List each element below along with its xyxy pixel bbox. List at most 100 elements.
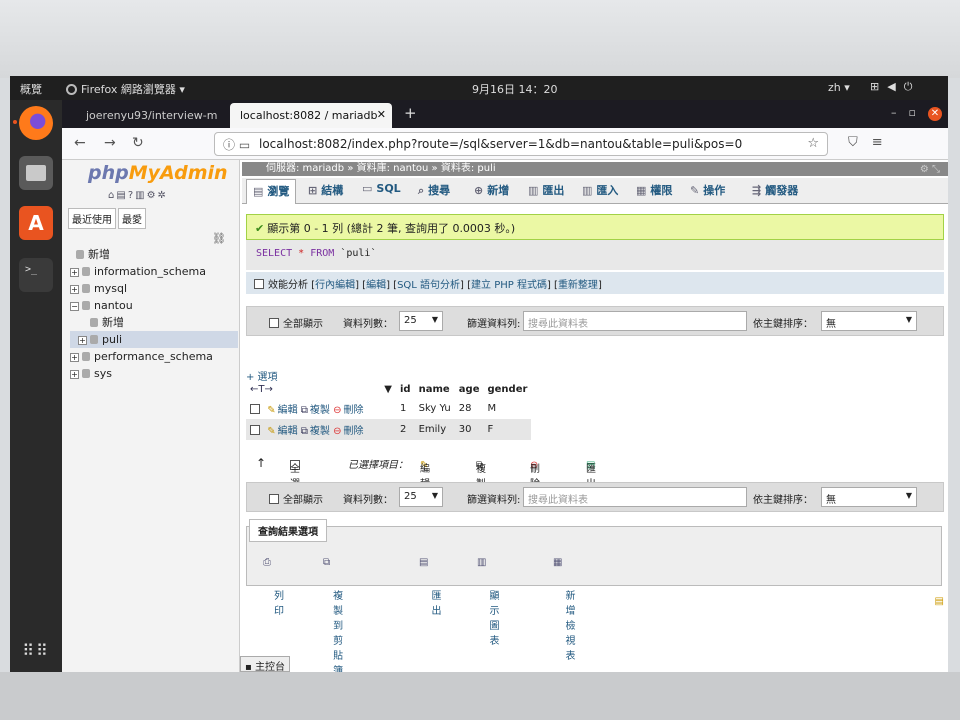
tab-import[interactable]: ▥ 匯入 bbox=[582, 182, 618, 198]
create-view-button[interactable]: ▦ 新增檢視表 bbox=[553, 557, 575, 662]
cell-id[interactable]: 1 bbox=[396, 398, 415, 419]
cell-name[interactable]: Sky Yu bbox=[414, 398, 455, 419]
row-delete-link[interactable]: 刪除 bbox=[343, 405, 363, 416]
browser-tab-active[interactable]: localhost:8082 / mariadb ✕ bbox=[230, 103, 392, 128]
tab-privileges[interactable]: ▦ 權限 bbox=[636, 182, 672, 198]
tab-search[interactable]: ⌕ 搜尋 bbox=[418, 182, 450, 198]
row-delete-link[interactable]: 刪除 bbox=[343, 426, 363, 437]
console-toggle[interactable]: ▪ 主控台 bbox=[240, 656, 290, 672]
panel-settings-icon[interactable]: ⚙ ⤡ bbox=[920, 164, 940, 175]
tree-item-nantou[interactable]: − nantou bbox=[70, 297, 238, 314]
rows-select[interactable]: 25 ▼ bbox=[399, 311, 443, 331]
profiling-checkbox[interactable] bbox=[254, 279, 264, 289]
menu-icon[interactable]: ≡ bbox=[872, 135, 897, 150]
docs-icon[interactable]: ▥ bbox=[135, 190, 146, 201]
edit-link[interactable]: 編輯 bbox=[366, 280, 386, 291]
expand-icon[interactable]: + bbox=[70, 285, 79, 294]
row-checkbox[interactable] bbox=[250, 425, 260, 435]
dock-software-icon[interactable]: A bbox=[19, 206, 53, 240]
show-all-checkbox[interactable] bbox=[269, 494, 279, 504]
sort-arrow-icon[interactable]: ▼ bbox=[384, 384, 392, 395]
show-all-checkbox[interactable] bbox=[269, 318, 279, 328]
expand-icon[interactable]: + bbox=[70, 370, 79, 379]
php-code-link[interactable]: 建立 PHP 程式碼 bbox=[471, 280, 547, 291]
show-apps-icon[interactable]: ⠿⠿ bbox=[19, 634, 53, 668]
pma-logo[interactable]: phpMyAdmin bbox=[88, 162, 228, 184]
tab-insert[interactable]: ⊕ 新增 bbox=[474, 182, 509, 198]
pocket-icon[interactable]: ⛉ bbox=[848, 135, 872, 150]
bookmark-star-icon[interactable]: ☆ bbox=[807, 136, 819, 151]
logout-icon[interactable]: ▤ bbox=[116, 190, 127, 201]
sort-select[interactable]: 無 ▼ bbox=[821, 487, 917, 507]
copy-clipboard-button[interactable]: ⧉ 複製到剪貼簿 bbox=[323, 557, 343, 672]
tree-item-new-table[interactable]: 新增 bbox=[70, 314, 238, 331]
cell-age[interactable]: 28 bbox=[454, 398, 484, 419]
close-tab-icon[interactable]: ✕ bbox=[377, 108, 386, 121]
browser-tab[interactable]: joerenyu93/interview-m bbox=[76, 103, 222, 128]
cell-id[interactable]: 2 bbox=[396, 419, 415, 440]
system-tray[interactable]: ⊞◀⏻ bbox=[870, 80, 920, 94]
row-checkbox[interactable] bbox=[250, 404, 260, 414]
reload-icon[interactable]: ↻ bbox=[132, 135, 144, 151]
row-edit-link[interactable]: 編輯 bbox=[278, 405, 298, 416]
bookmark-icon[interactable]: ▤ bbox=[935, 596, 944, 607]
reload-nav-icon[interactable]: ✲ bbox=[158, 190, 168, 201]
collapse-icon[interactable]: − bbox=[70, 302, 79, 311]
row-copy-link[interactable]: 複製 bbox=[310, 426, 330, 437]
breadcrumb-table[interactable]: 資料表: puli bbox=[441, 163, 496, 174]
cell-gender[interactable]: M bbox=[483, 398, 532, 419]
filter-input[interactable]: 搜尋此資料表 bbox=[523, 487, 747, 507]
rows-select[interactable]: 25 ▼ bbox=[399, 487, 443, 507]
new-tab-button[interactable]: + bbox=[404, 104, 417, 122]
input-method-indicator[interactable]: zh ▾ bbox=[828, 81, 850, 94]
tree-item-information-schema[interactable]: + information_schema bbox=[70, 263, 238, 280]
row-edit-link[interactable]: 編輯 bbox=[278, 426, 298, 437]
column-header[interactable]: age bbox=[455, 380, 484, 398]
tree-item-puli[interactable]: + puli bbox=[70, 331, 238, 348]
export-button[interactable]: ▤ 匯出 bbox=[419, 557, 441, 617]
dock-firefox-icon[interactable] bbox=[19, 106, 53, 140]
tree-item-sys[interactable]: + sys bbox=[70, 365, 238, 382]
expand-icon[interactable]: + bbox=[70, 268, 79, 277]
column-arrows-icon[interactable]: ←T→ bbox=[250, 384, 273, 395]
print-button[interactable]: ⎙ 列印 bbox=[263, 557, 284, 617]
show-all[interactable]: 全部顯示 bbox=[269, 491, 323, 506]
cell-name[interactable]: Emily bbox=[414, 419, 455, 440]
tab-structure[interactable]: ⊞ 結構 bbox=[308, 182, 343, 198]
activities-button[interactable]: 概覽 bbox=[20, 81, 42, 97]
tab-triggers[interactable]: ⇶ 觸發器 bbox=[752, 182, 798, 198]
cell-age[interactable]: 30 bbox=[454, 419, 484, 440]
tab-export[interactable]: ▥ 匯出 bbox=[528, 182, 564, 198]
minimize-icon[interactable]: – bbox=[891, 106, 909, 119]
display-chart-button[interactable]: ▥ 顯示圖表 bbox=[477, 557, 499, 647]
tab-sql[interactable]: ▭ SQL bbox=[362, 182, 401, 195]
column-header[interactable]: name bbox=[415, 380, 455, 398]
back-icon[interactable]: ← bbox=[74, 135, 86, 151]
tree-item-performance-schema[interactable]: + performance_schema bbox=[70, 348, 238, 365]
tab-operations[interactable]: ✎ 操作 bbox=[690, 182, 725, 198]
breadcrumb-server[interactable]: 伺服器: mariadb bbox=[266, 163, 344, 174]
cell-gender[interactable]: F bbox=[483, 419, 532, 440]
settings-icon[interactable]: ⚙ bbox=[147, 190, 158, 201]
breadcrumb-database[interactable]: 資料庫: nantou bbox=[357, 163, 429, 174]
expand-icon[interactable]: + bbox=[78, 336, 87, 345]
explain-link[interactable]: SQL 語句分析 bbox=[397, 280, 460, 291]
maximize-icon[interactable]: ▫ bbox=[909, 106, 928, 119]
favorites-tab[interactable]: 最愛 bbox=[118, 208, 146, 229]
app-menu[interactable]: Firefox 網路瀏覽器 ▾ bbox=[66, 81, 185, 97]
tree-item-mysql[interactable]: + mysql bbox=[70, 280, 238, 297]
column-header[interactable]: gender bbox=[483, 380, 531, 398]
tab-browse[interactable]: ▤ 瀏覽 bbox=[246, 179, 297, 204]
dock-terminal-icon[interactable]: >_ bbox=[19, 258, 53, 292]
url-bar[interactable]: ⓘ ▭ localhost:8082/index.php?route=/sql&… bbox=[214, 132, 828, 156]
recent-tab[interactable]: 最近使用 bbox=[68, 208, 116, 229]
column-header[interactable]: id bbox=[396, 380, 415, 398]
dock-files-icon[interactable] bbox=[19, 156, 53, 190]
sort-select[interactable]: 無 ▼ bbox=[821, 311, 917, 331]
close-window-icon[interactable]: ✕ bbox=[928, 107, 942, 121]
site-info-icon[interactable]: ⓘ ▭ bbox=[223, 136, 250, 153]
show-all[interactable]: 全部顯示 bbox=[269, 315, 323, 330]
tree-item-new[interactable]: 新增 bbox=[70, 246, 238, 263]
clock[interactable]: 9月16日 14：20 bbox=[472, 81, 558, 97]
refresh-link[interactable]: 重新整理 bbox=[558, 280, 598, 291]
